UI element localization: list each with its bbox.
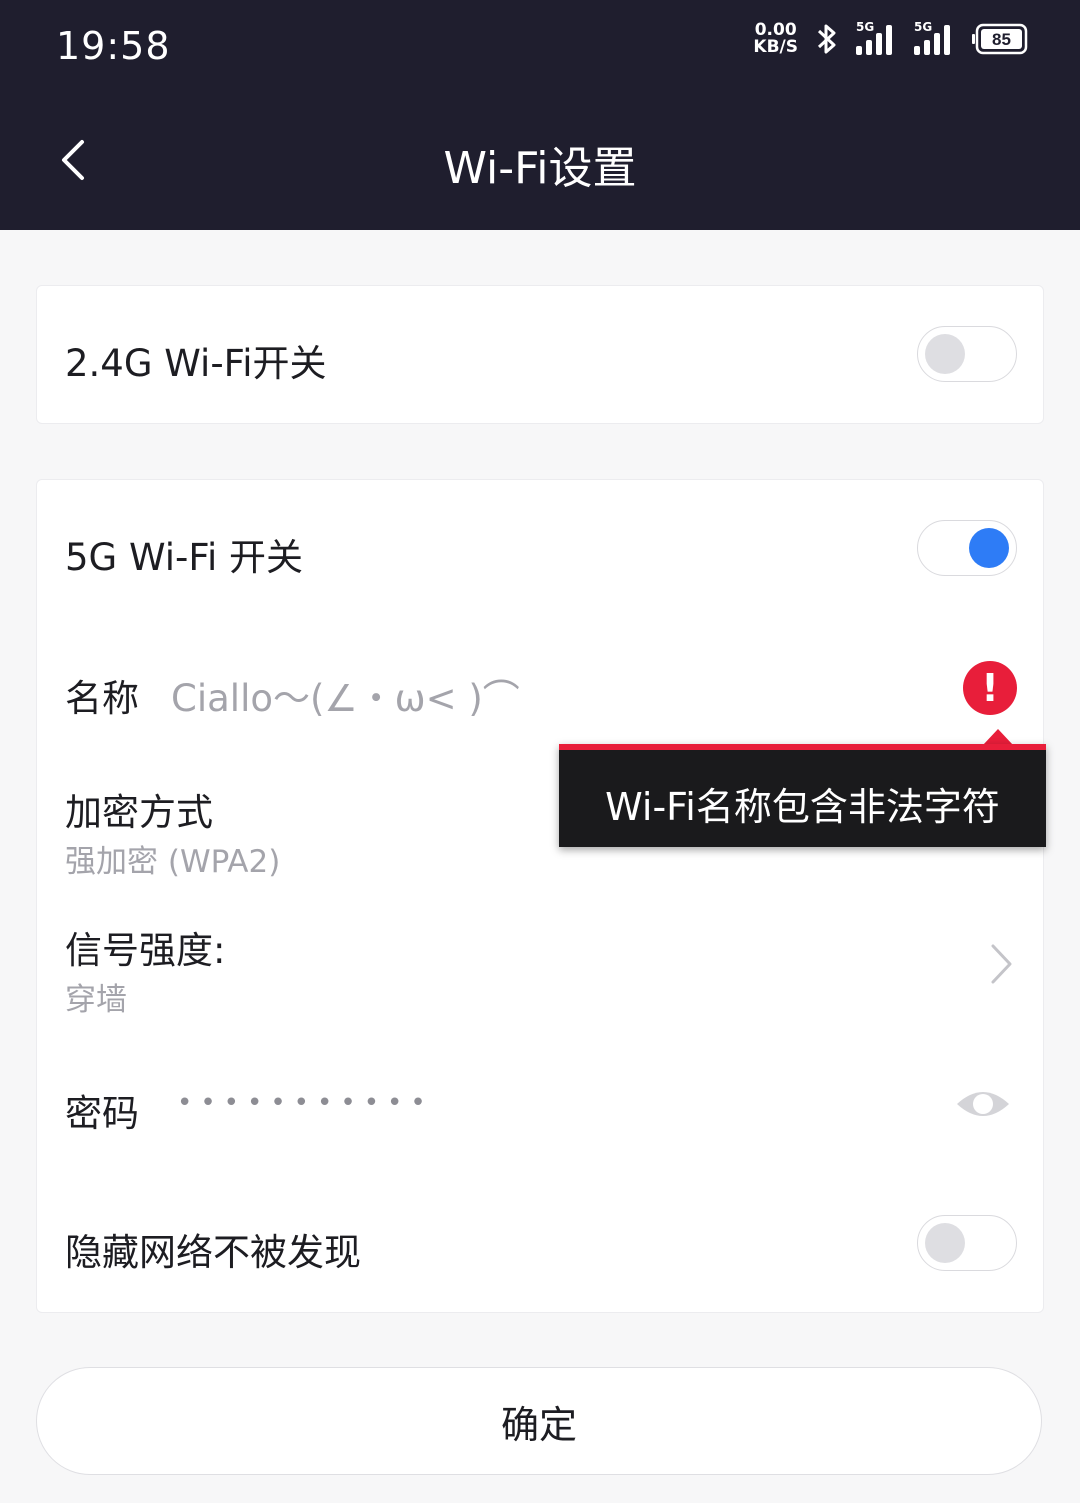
- net-speed-unit: KB/S: [753, 37, 798, 57]
- wifi-name-input[interactable]: Ciallo～(∠・ω< )⌒: [171, 668, 520, 722]
- error-tooltip: Wi-Fi名称包含非法字符: [559, 744, 1046, 847]
- status-time: 19:58: [56, 24, 171, 68]
- hide-network-label: 隐藏网络不被发现: [65, 1231, 361, 1274]
- wifi-5g-toggle[interactable]: [917, 520, 1017, 576]
- tooltip-text: Wi-Fi名称包含非法字符: [605, 785, 1000, 829]
- net-speed: 0.00 KB/S: [753, 22, 798, 56]
- name-label: 名称: [65, 677, 139, 720]
- wifi-24g-label: 2.4G Wi-Fi开关: [65, 342, 327, 385]
- toggle-knob: [925, 334, 965, 374]
- battery-level: 85: [992, 30, 1011, 49]
- signal-5g-icon-2: 5G: [914, 20, 956, 56]
- toggle-knob: [969, 528, 1009, 568]
- status-icons: 0.00 KB/S 5G 5G 85: [753, 20, 1028, 56]
- password-input[interactable]: •••••••••••: [177, 1088, 434, 1118]
- confirm-button[interactable]: 确定: [36, 1367, 1042, 1475]
- encryption-label: 加密方式: [65, 791, 213, 834]
- password-label: 密码: [65, 1092, 139, 1135]
- signal-strength-label: 信号强度:: [65, 929, 226, 972]
- battery-icon: 85: [972, 23, 1028, 55]
- app-header: 19:58 0.00 KB/S 5G 5G 85 Wi-Fi设置: [0, 0, 1080, 230]
- wifi-24g-card: 2.4G Wi-Fi开关: [36, 285, 1044, 424]
- eye-icon[interactable]: [955, 1086, 1011, 1126]
- wifi-24g-toggle[interactable]: [917, 326, 1017, 382]
- exclamation-icon[interactable]: !: [963, 661, 1017, 715]
- tooltip-arrow: [983, 729, 1013, 745]
- bluetooth-icon: [814, 22, 840, 56]
- page-title: Wi-Fi设置: [443, 143, 637, 194]
- hide-network-toggle[interactable]: [917, 1215, 1017, 1271]
- wifi-5g-card: 5G Wi-Fi 开关 名称 Ciallo～(∠・ω< )⌒ ! 加密方式 强加…: [36, 479, 1044, 1313]
- signal-strength-value: 穿墙: [65, 982, 127, 1018]
- signal-5g-icon: 5G: [856, 20, 898, 56]
- toggle-knob: [925, 1223, 965, 1263]
- chevron-right-icon[interactable]: [989, 943, 1013, 989]
- wifi-5g-label: 5G Wi-Fi 开关: [65, 536, 304, 579]
- encryption-value[interactable]: 强加密 (WPA2): [65, 836, 280, 881]
